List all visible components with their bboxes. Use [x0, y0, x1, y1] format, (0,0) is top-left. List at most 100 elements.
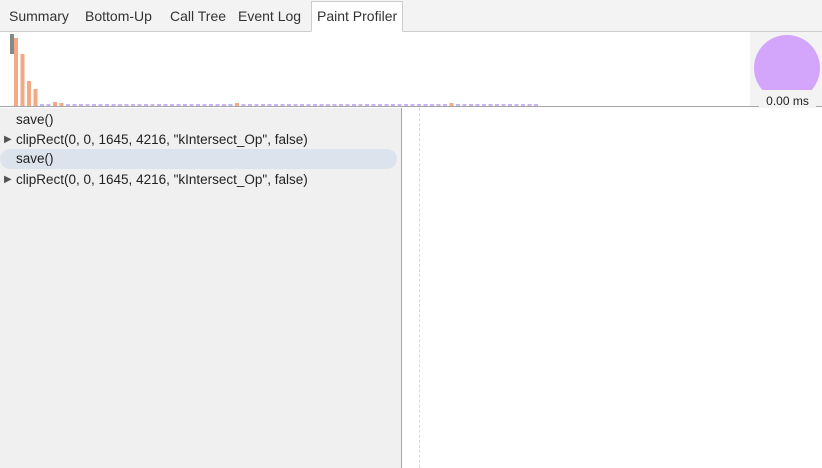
- timeline-bar[interactable]: [274, 104, 278, 106]
- timeline-bar[interactable]: [105, 104, 109, 106]
- timeline-bar[interactable]: [391, 104, 395, 106]
- paint-commands-timeline[interactable]: [0, 32, 750, 107]
- timeline-bar[interactable]: [306, 104, 311, 106]
- timeline-bar[interactable]: [280, 104, 285, 106]
- tab-summary[interactable]: Summary: [4, 2, 74, 32]
- timeline-bar[interactable]: [482, 104, 486, 106]
- timeline-bar[interactable]: [189, 104, 194, 106]
- timeline-bar[interactable]: [215, 104, 220, 106]
- command-label: save(): [16, 151, 54, 166]
- timeline-bar[interactable]: [436, 104, 441, 106]
- tab-event-log[interactable]: Event Log: [233, 2, 306, 32]
- timeline-bar[interactable]: [144, 104, 148, 106]
- timeline-bar[interactable]: [33, 89, 38, 106]
- timeline-bar[interactable]: [27, 81, 31, 106]
- tab-call-tree[interactable]: Call Tree: [165, 2, 231, 32]
- timeline-bar[interactable]: [46, 104, 51, 106]
- timeline-bar[interactable]: [300, 104, 304, 106]
- timeline-bar[interactable]: [53, 102, 57, 106]
- timeline-bar[interactable]: [313, 104, 317, 106]
- timeline-bar[interactable]: [378, 104, 382, 106]
- timeline-bar[interactable]: [14, 38, 18, 106]
- timeline-bar[interactable]: [430, 104, 434, 106]
- paint-preview-pane[interactable]: [403, 108, 822, 468]
- timeline-bar[interactable]: [423, 104, 428, 106]
- timeline-bar[interactable]: [462, 104, 467, 106]
- timeline-bar[interactable]: [267, 104, 272, 106]
- timeline-bar[interactable]: [293, 104, 298, 106]
- timeline-bar[interactable]: [170, 104, 174, 106]
- log-row-cliprect[interactable]: ▶ clipRect(0, 0, 1645, 4216, "kIntersect…: [0, 170, 398, 190]
- timeline-bar[interactable]: [443, 104, 447, 106]
- timeline-bar[interactable]: [410, 104, 415, 106]
- timeline-bar[interactable]: [508, 104, 512, 106]
- timeline-bar[interactable]: [449, 103, 454, 106]
- timeline-bar[interactable]: [222, 104, 226, 106]
- timeline-bar[interactable]: [358, 104, 363, 106]
- timeline-bar[interactable]: [183, 104, 187, 106]
- timeline-bar[interactable]: [287, 104, 291, 106]
- expand-triangle-icon[interactable]: ▶: [4, 170, 12, 190]
- timeline-bar[interactable]: [157, 104, 161, 106]
- timeline-bar[interactable]: [527, 104, 532, 106]
- paint-profiler-overview[interactable]: 0.00 ms: [0, 32, 822, 112]
- timeline-bar[interactable]: [20, 54, 25, 106]
- timeline-bar[interactable]: [241, 104, 246, 106]
- timeline-bar[interactable]: [59, 103, 64, 106]
- tab-bottom-up[interactable]: Bottom-Up: [80, 2, 157, 32]
- timeline-bar[interactable]: [397, 104, 402, 106]
- timeline-bar[interactable]: [501, 104, 506, 106]
- timeline-bar[interactable]: [345, 104, 350, 106]
- timeline-bar[interactable]: [326, 104, 330, 106]
- timeline-bar[interactable]: [332, 104, 337, 106]
- timeline-bar[interactable]: [40, 104, 44, 106]
- timeline-bar[interactable]: [131, 104, 135, 106]
- tab-paint-profiler[interactable]: Paint Profiler: [311, 1, 404, 32]
- timeline-bar[interactable]: [124, 104, 129, 106]
- timeline-bar[interactable]: [514, 104, 519, 106]
- timeline-bar[interactable]: [228, 104, 233, 106]
- paint-command-log[interactable]: save() ▶ clipRect(0, 0, 1645, 4216, "kIn…: [0, 108, 402, 468]
- preview-guide-line: [419, 108, 420, 468]
- timeline-bar[interactable]: [176, 104, 181, 106]
- selection-marker[interactable]: [10, 34, 14, 54]
- timeline-bar[interactable]: [371, 104, 376, 106]
- timeline-bar[interactable]: [98, 104, 103, 106]
- expand-triangle-icon[interactable]: ▶: [4, 130, 12, 150]
- details-tab-bar: Summary Bottom-Up Call Tree Event Log Pa…: [0, 0, 822, 32]
- timeline-bar[interactable]: [248, 104, 252, 106]
- timeline-bar[interactable]: [196, 104, 200, 106]
- timeline-bar[interactable]: [72, 104, 77, 106]
- timeline-bar[interactable]: [365, 104, 369, 106]
- timeline-bar[interactable]: [202, 104, 207, 106]
- timeline-bar[interactable]: [79, 104, 83, 106]
- timeline-bar[interactable]: [235, 103, 239, 106]
- timeline-bar[interactable]: [488, 104, 493, 106]
- timeline-bar[interactable]: [254, 104, 259, 106]
- log-row-save[interactable]: save(): [0, 110, 398, 130]
- timeline-bar[interactable]: [352, 104, 356, 106]
- timeline-bar[interactable]: [92, 104, 96, 106]
- timeline-bar[interactable]: [111, 104, 116, 106]
- timeline-bar[interactable]: [475, 104, 480, 106]
- timeline-bar[interactable]: [456, 104, 460, 106]
- timeline-bar[interactable]: [534, 104, 538, 106]
- timeline-bar[interactable]: [150, 104, 155, 106]
- timeline-bar[interactable]: [137, 104, 142, 106]
- timeline-bar[interactable]: [404, 104, 408, 106]
- timeline-bar[interactable]: [339, 104, 343, 106]
- timeline-bar[interactable]: [417, 104, 421, 106]
- timeline-bar[interactable]: [319, 104, 324, 106]
- log-row-cliprect[interactable]: ▶ clipRect(0, 0, 1645, 4216, "kIntersect…: [0, 130, 398, 150]
- timeline-bar[interactable]: [261, 104, 265, 106]
- timeline-bar[interactable]: [85, 104, 90, 106]
- timeline-bar[interactable]: [469, 104, 473, 106]
- timeline-bar[interactable]: [118, 104, 122, 106]
- timeline-bar[interactable]: [384, 104, 389, 106]
- timeline-bar[interactable]: [163, 104, 168, 106]
- timeline-bar[interactable]: [66, 104, 70, 106]
- log-row-save-selected[interactable]: save(): [0, 149, 397, 169]
- timeline-bar[interactable]: [521, 104, 525, 106]
- timeline-bar[interactable]: [495, 104, 499, 106]
- timeline-bar[interactable]: [209, 104, 213, 106]
